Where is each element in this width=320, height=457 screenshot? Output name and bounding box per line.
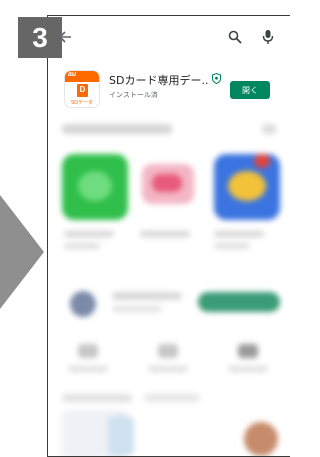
brand-label: au (68, 71, 77, 78)
app-icon-caption: SDデータ (70, 100, 94, 106)
phone-screen: au D SDデータ SDカード専用デー.. インストール済 開く (47, 15, 290, 457)
install-status: インストール済 (109, 91, 158, 99)
app-icon[interactable]: au D SDデータ (65, 71, 99, 107)
mic-icon[interactable] (262, 29, 274, 45)
blurred-content (48, 116, 290, 456)
right-arrow-icon (0, 195, 44, 309)
step-number-badge: 3 (18, 17, 62, 58)
shield-icon (212, 73, 221, 84)
app-name[interactable]: SDカード専用デー.. (109, 72, 208, 88)
search-icon[interactable] (228, 30, 242, 44)
app-list-item[interactable]: au D SDデータ SDカード専用デー.. インストール済 開く (48, 68, 290, 110)
top-bar (48, 16, 290, 60)
open-button[interactable]: 開く (230, 81, 270, 99)
card-letter: D (79, 85, 86, 94)
